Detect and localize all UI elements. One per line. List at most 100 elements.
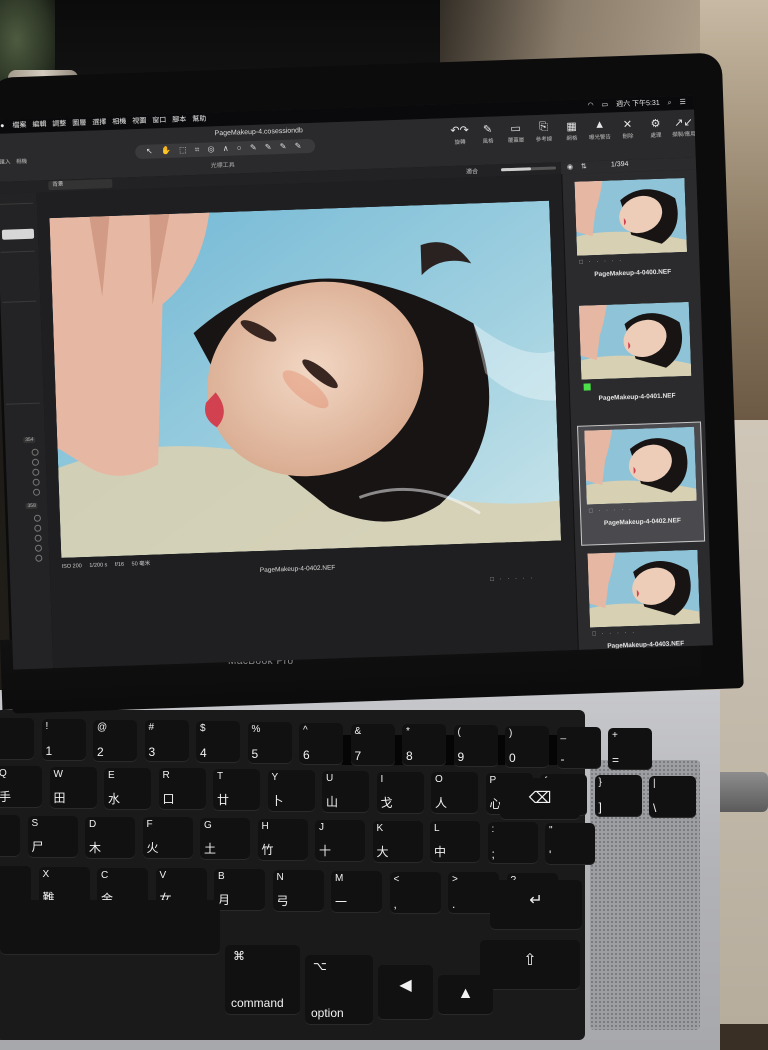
keyboard-key[interactable]: }] xyxy=(594,774,642,817)
thumbnail-image[interactable] xyxy=(574,177,688,256)
panel-radio[interactable] xyxy=(32,468,40,476)
keyboard-key[interactable]: ! 1 xyxy=(41,718,86,761)
keyboard-key[interactable]: " ' xyxy=(545,823,595,865)
arrow-up-key[interactable]: ▲ xyxy=(438,975,493,1015)
overlay-button[interactable]: ▭ 覆蓋層 xyxy=(502,121,529,144)
reference-button[interactable]: ⎘ 參考線 xyxy=(530,120,557,143)
return-key[interactable]: ↵ xyxy=(490,880,582,930)
keyboard-key[interactable]: <, xyxy=(389,871,441,914)
space-area[interactable] xyxy=(0,900,220,955)
thumbnail-image[interactable] xyxy=(587,549,701,628)
rotate-button[interactable]: ↶↷ 旋轉 xyxy=(446,123,473,146)
eye-icon[interactable]: ◉ xyxy=(567,163,573,171)
keyboard-key[interactable]: I戈 xyxy=(376,771,424,814)
delete-key[interactable]: ⌫ xyxy=(500,778,580,820)
grid-button[interactable]: ▦ 網格 xyxy=(558,119,585,142)
keyboard-key[interactable]: U山 xyxy=(322,770,369,813)
panel-radio[interactable] xyxy=(31,448,39,456)
panel-radio[interactable] xyxy=(34,544,43,552)
keyboard-key[interactable]: (9 xyxy=(453,725,498,768)
keyboard-key[interactable]: B月 xyxy=(214,869,265,912)
menu-item[interactable]: 幫助 xyxy=(192,113,206,127)
keyboard-key[interactable]: ) 0 xyxy=(505,726,549,768)
keyboard-key[interactable]: _ - xyxy=(556,726,601,769)
menu-item[interactable]: 視圖 xyxy=(132,115,146,129)
arrow-left-key[interactable]: ◀ xyxy=(378,965,433,1020)
keyboard-key[interactable]: @2 xyxy=(93,719,137,762)
fit-zoom-button[interactable]: 適合 xyxy=(466,166,478,175)
keyboard-key[interactable]: M一 xyxy=(331,870,382,913)
keyboard-key[interactable]: ~` xyxy=(0,718,34,760)
thumbnail-image[interactable] xyxy=(584,426,697,505)
keyboard-key[interactable]: J十 xyxy=(315,819,365,862)
warning-button[interactable]: ▲ 曝光警告 xyxy=(586,118,613,142)
menu-item[interactable]: 圖層 xyxy=(72,117,86,131)
menu-item[interactable]: 檔案 xyxy=(12,119,26,133)
panel-radio[interactable] xyxy=(31,458,40,466)
keyboard-key[interactable]: | \ xyxy=(649,775,696,818)
keyboard-key[interactable]: Y卜 xyxy=(267,770,315,812)
panel-value[interactable]: 358 xyxy=(25,502,38,510)
panel-radio[interactable] xyxy=(34,534,42,542)
panel-field[interactable] xyxy=(1,228,35,240)
thumbnail[interactable]: □ · · · · · PageMakeup-4-0400.NEF xyxy=(568,174,694,296)
keyboard-key[interactable]: L中 xyxy=(430,821,480,864)
main-photo[interactable] xyxy=(49,200,562,558)
menu-item[interactable]: 相機 xyxy=(112,115,126,129)
sort-icon[interactable]: ⇅ xyxy=(581,162,587,170)
rating-dots[interactable]: □ · · · · · xyxy=(592,630,636,638)
wifi-icon[interactable]: ◠ xyxy=(587,102,593,109)
keyboard-key[interactable]: * 8 xyxy=(402,724,446,767)
keyboard-key[interactable]: N弓 xyxy=(272,870,324,912)
menu-item[interactable]: 調整 xyxy=(52,117,66,131)
panel-value[interactable]: 354 xyxy=(23,436,36,444)
panel-radio[interactable] xyxy=(33,514,42,522)
panel-radio[interactable] xyxy=(32,478,40,486)
keyboard-key[interactable]: R口 xyxy=(158,768,206,811)
panel-radio[interactable] xyxy=(35,554,43,562)
keyboard-key[interactable]: + = xyxy=(608,727,652,770)
clock-text[interactable]: 週六 下午5:31 xyxy=(616,100,660,109)
menu-item[interactable]: 選擇 xyxy=(92,116,106,130)
rating-dots[interactable]: □ · · · · · xyxy=(589,507,633,515)
keyboard-key[interactable]: E水 xyxy=(104,767,151,810)
rating-dots[interactable]: □ · · · · · xyxy=(579,258,623,266)
keyboard-key[interactable]: T廿 xyxy=(213,769,260,812)
keyboard-key[interactable]: H竹 xyxy=(257,819,308,861)
search-icon[interactable]: ⌕ xyxy=(668,99,672,106)
apple-icon[interactable]: ● xyxy=(0,120,5,134)
keyboard-key[interactable]: :; xyxy=(487,822,538,865)
cursor-tools[interactable]: ↖ ✋ ⬚ ⌗ ◎ ∧ ○ ✎ ✎ ✎ ✎ xyxy=(134,138,316,160)
menu-item[interactable]: 編輯 xyxy=(32,118,46,132)
option-key[interactable]: ⌥ option xyxy=(305,955,373,1025)
thumbnail[interactable]: PageMakeup-4-0401.NEF xyxy=(573,298,699,420)
thumbnail[interactable]: □ · · · · · PageMakeup-4-0402.NEF xyxy=(577,421,706,546)
keyboard-key[interactable]: O人 xyxy=(431,772,478,815)
keyboard-key[interactable]: S尸 xyxy=(27,815,78,858)
process-button[interactable]: ⚙ 處理 xyxy=(642,116,669,139)
keyboard-key[interactable]: $4 xyxy=(196,721,240,764)
keyboard-key[interactable]: Q手 xyxy=(0,766,42,808)
camera-button[interactable]: 相機 xyxy=(16,159,27,165)
rating-dots[interactable]: □ · · · · · xyxy=(490,575,534,583)
notification-icon[interactable]: ☰ xyxy=(679,99,686,106)
battery-icon[interactable]: ▭ xyxy=(601,102,608,109)
layer-select[interactable]: 背景 xyxy=(48,178,113,191)
keyboard-key[interactable]: K大 xyxy=(372,820,423,863)
keyboard-key[interactable]: W田 xyxy=(49,766,97,809)
panel-radio[interactable] xyxy=(34,524,42,532)
color-label-green[interactable] xyxy=(583,383,591,391)
zoom-slider[interactable] xyxy=(500,166,557,172)
import-button[interactable]: 匯入 xyxy=(0,159,11,165)
shift-key[interactable]: ⇧ xyxy=(480,940,580,990)
keyboard-key[interactable]: F火 xyxy=(142,817,193,860)
delete-button[interactable]: ✕ 刪除 xyxy=(614,117,641,140)
menu-item[interactable]: 窗口 xyxy=(152,114,166,128)
copy-apply-button[interactable]: ↗↙ 擷製/應用 xyxy=(670,115,697,139)
thumbnail-image[interactable] xyxy=(578,301,692,380)
keyboard-key[interactable]: A日 xyxy=(0,815,20,857)
brush-button[interactable]: ✎ 風格 xyxy=(474,122,501,145)
keyboard-key[interactable]: G土 xyxy=(200,818,250,861)
panel-radio[interactable] xyxy=(32,488,41,496)
keyboard-key[interactable]: % 5 xyxy=(247,722,292,764)
